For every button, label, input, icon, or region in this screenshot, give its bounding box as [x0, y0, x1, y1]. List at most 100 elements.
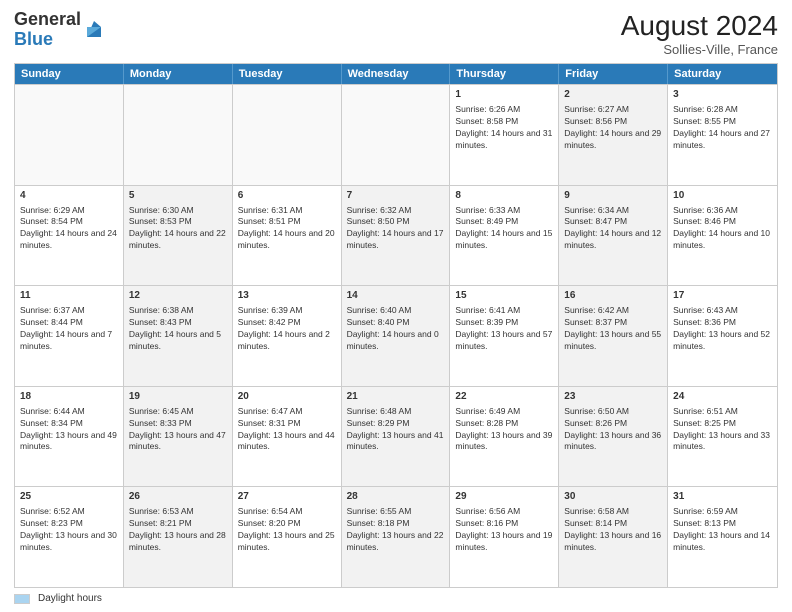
logo-blue: Blue	[14, 29, 53, 49]
cal-cell-13: 13Sunrise: 6:39 AMSunset: 8:42 PMDayligh…	[233, 286, 342, 386]
day-number: 31	[673, 490, 772, 504]
daylight-text: Daylight: 14 hours and 29 minutes.	[564, 128, 662, 152]
sunrise-text: Sunrise: 6:45 AM	[129, 406, 227, 418]
sunrise-text: Sunrise: 6:49 AM	[455, 406, 553, 418]
cal-cell-27: 27 Sunrise: 6:54 AMSunset: 8:20 PMDayligh…	[233, 487, 342, 587]
legend-box	[14, 594, 30, 604]
day-number: 2	[564, 88, 662, 102]
location: Sollies-Ville, France	[621, 42, 778, 57]
sunset-text: Sunset: 8:36 PM	[673, 317, 772, 329]
cal-cell-11: 11Sunrise: 6:37 AMSunset: 8:44 PMDayligh…	[15, 286, 124, 386]
day-number: 14	[347, 289, 445, 303]
day-number: 4	[20, 189, 118, 203]
sunrise-text: Sunrise: 6:39 AM	[238, 305, 336, 317]
cal-cell-empty-0-3	[342, 85, 451, 185]
daylight-text: Daylight: 13 hours and 28 minutes.	[129, 530, 227, 554]
sunrise-text: Sunrise: 6:58 AM	[564, 506, 662, 518]
daylight-text: Daylight: 13 hours and 44 minutes.	[238, 430, 336, 454]
sunset-text: Sunset: 8:34 PM	[20, 418, 118, 430]
day-number: 22	[455, 390, 553, 404]
daylight-text: Daylight: 13 hours and 55 minutes.	[564, 329, 662, 353]
daylight-text: Daylight: 13 hours and 33 minutes.	[673, 430, 772, 454]
sunrise-text: Sunrise: 6:59 AM	[673, 506, 772, 518]
sunset-text: Sunset: 8:40 PM	[347, 317, 445, 329]
day-number: 7	[347, 189, 445, 203]
day-of-week-sunday: Sunday	[15, 64, 124, 84]
sunset-text: Sunset: 8:53 PM	[129, 216, 227, 228]
day-number: 15	[455, 289, 553, 303]
day-number: 23	[564, 390, 662, 404]
cal-cell-30: 30Sunrise: 6:58 AMSunset: 8:14 PMDayligh…	[559, 487, 668, 587]
daylight-text: Daylight: 13 hours and 47 minutes.	[129, 430, 227, 454]
day-of-week-wednesday: Wednesday	[342, 64, 451, 84]
sunrise-text: Sunrise: 6:51 AM	[673, 406, 772, 418]
cal-cell-17: 17Sunrise: 6:43 AMSunset: 8:36 PMDayligh…	[668, 286, 777, 386]
sunrise-text: Sunrise: 6:56 AM	[455, 506, 553, 518]
day-number: 18	[20, 390, 118, 404]
sunrise-text: Sunrise: 6:33 AM	[455, 205, 553, 217]
sunset-text: Sunset: 8:14 PM	[564, 518, 662, 530]
sunset-text: Sunset: 8:58 PM	[455, 116, 553, 128]
daylight-text: Daylight: 14 hours and 5 minutes.	[129, 329, 227, 353]
cal-cell-22: 22 Sunrise: 6:49 AMSunset: 8:28 PMDayligh…	[450, 387, 559, 487]
sunrise-text: Sunrise: 6:26 AM	[455, 104, 553, 116]
cal-cell-28: 28Sunrise: 6:55 AMSunset: 8:18 PMDayligh…	[342, 487, 451, 587]
cal-cell-15: 15Sunrise: 6:41 AMSunset: 8:39 PMDayligh…	[450, 286, 559, 386]
cal-cell-4: 4Sunrise: 6:29 AMSunset: 8:54 PMDaylight…	[15, 186, 124, 286]
logo-icon	[83, 19, 105, 41]
sunset-text: Sunset: 8:23 PM	[20, 518, 118, 530]
sunrise-text: Sunrise: 6:48 AM	[347, 406, 445, 418]
sunset-text: Sunset: 8:25 PM	[673, 418, 772, 430]
sunset-text: Sunset: 8:37 PM	[564, 317, 662, 329]
sunrise-text: Sunrise: 6:55 AM	[347, 506, 445, 518]
daylight-text: Daylight: 13 hours and 22 minutes.	[347, 530, 445, 554]
sunset-text: Sunset: 8:46 PM	[673, 216, 772, 228]
sunrise-text: Sunrise: 6:54 AM	[238, 506, 336, 518]
sunset-text: Sunset: 8:20 PM	[238, 518, 336, 530]
day-of-week-saturday: Saturday	[668, 64, 777, 84]
day-number: 20	[238, 390, 336, 404]
cal-cell-24: 24Sunrise: 6:51 AMSunset: 8:25 PMDayligh…	[668, 387, 777, 487]
cal-cell-2: 2Sunrise: 6:27 AMSunset: 8:56 PMDaylight…	[559, 85, 668, 185]
cal-cell-12: 12Sunrise: 6:38 AMSunset: 8:43 PMDayligh…	[124, 286, 233, 386]
daylight-text: Daylight: 13 hours and 39 minutes.	[455, 430, 553, 454]
sunset-text: Sunset: 8:28 PM	[455, 418, 553, 430]
sunrise-text: Sunrise: 6:47 AM	[238, 406, 336, 418]
day-of-week-tuesday: Tuesday	[233, 64, 342, 84]
sunrise-text: Sunrise: 6:34 AM	[564, 205, 662, 217]
daylight-text: Daylight: 14 hours and 22 minutes.	[129, 228, 227, 252]
sunrise-text: Sunrise: 6:37 AM	[20, 305, 118, 317]
day-number: 9	[564, 189, 662, 203]
day-number: 30	[564, 490, 662, 504]
daylight-text: Daylight: 14 hours and 0 minutes.	[347, 329, 445, 353]
sunrise-text: Sunrise: 6:50 AM	[564, 406, 662, 418]
daylight-text: Daylight: 13 hours and 57 minutes.	[455, 329, 553, 353]
day-number: 27	[238, 490, 336, 504]
sunrise-text: Sunrise: 6:53 AM	[129, 506, 227, 518]
day-number: 16	[564, 289, 662, 303]
daylight-text: Daylight: 13 hours and 25 minutes.	[238, 530, 336, 554]
week-row-0: 1 Sunrise: 6:26 AMSunset: 8:58 PM Daylight…	[15, 84, 777, 185]
daylight-text: Daylight: 14 hours and 17 minutes.	[347, 228, 445, 252]
cal-cell-26: 26Sunrise: 6:53 AMSunset: 8:21 PMDayligh…	[124, 487, 233, 587]
daylight-text: Daylight: 13 hours and 41 minutes.	[347, 430, 445, 454]
sunset-text: Sunset: 8:16 PM	[455, 518, 553, 530]
daylight-text: Daylight: 14 hours and 24 minutes.	[20, 228, 118, 252]
day-number: 28	[347, 490, 445, 504]
day-of-week-friday: Friday	[559, 64, 668, 84]
day-number: 21	[347, 390, 445, 404]
day-number: 19	[129, 390, 227, 404]
logo-general: General	[14, 9, 81, 29]
day-number: 8	[455, 189, 553, 203]
day-number: 1	[455, 88, 553, 102]
sunrise-text: Sunrise: 6:27 AM	[564, 104, 662, 116]
cal-cell-14: 14Sunrise: 6:40 AMSunset: 8:40 PMDayligh…	[342, 286, 451, 386]
sunset-text: Sunset: 8:44 PM	[20, 317, 118, 329]
cal-cell-5: 5Sunrise: 6:30 AMSunset: 8:53 PMDaylight…	[124, 186, 233, 286]
day-number: 17	[673, 289, 772, 303]
sunrise-text: Sunrise: 6:43 AM	[673, 305, 772, 317]
sunset-text: Sunset: 8:55 PM	[673, 116, 772, 128]
cal-cell-16: 16Sunrise: 6:42 AMSunset: 8:37 PMDayligh…	[559, 286, 668, 386]
header: General Blue August 2024 Sollies-Ville, …	[14, 10, 778, 57]
daylight-text: Daylight: 14 hours and 27 minutes.	[673, 128, 772, 152]
